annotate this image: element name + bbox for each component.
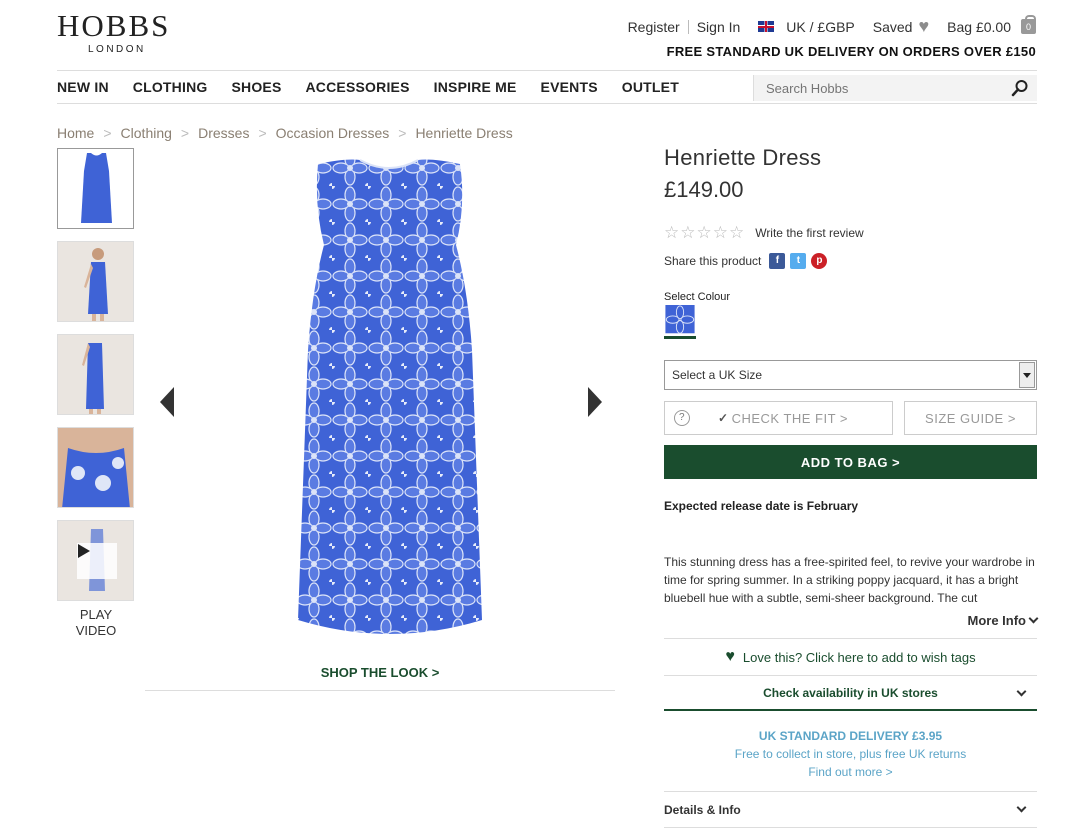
share-row: Share this product f t p: [664, 253, 1037, 269]
bag-label: Bag £0.00: [947, 18, 1011, 35]
register-link[interactable]: Register: [628, 19, 680, 35]
currency-selector[interactable]: UK / £GBP: [786, 19, 854, 35]
thumbnail-front[interactable]: [57, 148, 134, 229]
star-rating-icon: ☆☆☆☆☆: [664, 223, 746, 242]
size-dropdown[interactable]: Select a UK Size: [664, 360, 1037, 390]
rating-row: ☆☆☆☆☆ Write the first review: [664, 223, 1037, 243]
previous-image-arrow-icon[interactable]: [160, 387, 174, 417]
play-label-line-1: PLAY: [79, 607, 113, 622]
saved-label: Saved: [872, 18, 913, 35]
thumbnail-model-back[interactable]: [57, 334, 134, 415]
fit-check-icon: ✓: [718, 411, 729, 425]
check-availability-toggle[interactable]: Check availability in UK stores: [664, 676, 1037, 711]
check-the-fit-button[interactable]: ? ✓ CHECK THE FIT >: [664, 401, 893, 435]
details-info-toggle[interactable]: Details & Info: [664, 791, 1037, 828]
sign-in-link[interactable]: Sign In: [697, 19, 741, 35]
breadcrumb-current[interactable]: Henriette Dress: [415, 125, 512, 141]
main-nav: NEW IN CLOTHING SHOES ACCESSORIES INSPIR…: [57, 70, 1037, 104]
nav-item-inspire-me[interactable]: INSPIRE ME: [434, 79, 517, 95]
breadcrumb-separator: >: [258, 125, 267, 141]
breadcrumb-home[interactable]: Home: [57, 125, 94, 141]
product-main-image[interactable]: [260, 150, 520, 650]
nav-item-shoes[interactable]: SHOES: [231, 79, 281, 95]
question-icon: ?: [674, 410, 690, 426]
breadcrumb-separator: >: [398, 125, 407, 141]
check-fit-label: CHECK THE FIT >: [731, 410, 849, 426]
product-title: Henriette Dress: [664, 145, 822, 170]
bag-link[interactable]: Bag £0.00 0: [947, 15, 1036, 35]
colour-swatch-blue[interactable]: [664, 305, 696, 339]
play-icon[interactable]: [77, 543, 117, 579]
heart-icon: ♥: [918, 16, 930, 36]
write-review-link[interactable]: Write the first review: [755, 226, 863, 240]
release-date-text: Expected release date is February: [664, 499, 859, 513]
breadcrumb-dresses[interactable]: Dresses: [198, 125, 249, 141]
hobbs-logo[interactable]: HOBBS LONDON: [57, 8, 171, 56]
pinterest-icon[interactable]: p: [811, 253, 828, 269]
dropdown-arrow-icon[interactable]: [1019, 362, 1035, 388]
select-colour-label: Select Colour: [664, 291, 731, 303]
thumbnail-strip: PLAY VIDEO: [57, 148, 135, 639]
share-label: Share this product: [664, 254, 762, 268]
nav-item-new-in[interactable]: NEW IN: [57, 79, 109, 95]
breadcrumb-occasion-dresses[interactable]: Occasion Dresses: [276, 125, 390, 141]
util-divider: [687, 19, 689, 34]
find-out-more-link[interactable]: Find out more >: [808, 765, 892, 779]
add-to-bag-button[interactable]: ADD TO BAG >: [664, 445, 1037, 479]
product-price: £149.00: [664, 177, 744, 202]
more-info-toggle[interactable]: More Info: [664, 613, 1039, 628]
play-video-label[interactable]: PLAY VIDEO: [57, 607, 135, 639]
more-info-label: More Info: [967, 613, 1027, 628]
availability-label: Check availability in UK stores: [763, 685, 938, 700]
twitter-icon[interactable]: t: [790, 253, 807, 269]
size-dropdown-value: Select a UK Size: [672, 368, 763, 382]
shop-the-look-link[interactable]: SHOP THE LOOK >: [145, 665, 615, 680]
search-box: [753, 75, 1037, 101]
breadcrumb-separator: >: [103, 125, 112, 141]
breadcrumb-separator: >: [180, 125, 190, 141]
thumbnail-detail[interactable]: [57, 427, 134, 508]
size-guide-button[interactable]: SIZE GUIDE >: [904, 401, 1037, 435]
chevron-down-icon: [1028, 613, 1039, 624]
wish-label: Love this? Click here to add to wish tag…: [742, 649, 976, 665]
next-image-arrow-icon[interactable]: [588, 387, 602, 417]
uk-flag-icon: [758, 21, 775, 32]
heart-icon: ♥: [725, 648, 735, 665]
breadcrumb-clothing[interactable]: Clothing: [121, 125, 172, 141]
play-label-line-2: VIDEO: [75, 623, 117, 638]
wish-tags-link[interactable]: ♥ Love this? Click here to add to wish t…: [664, 638, 1037, 676]
saved-link[interactable]: Saved ♥: [873, 16, 929, 37]
shopping-bag-icon: 0: [1021, 15, 1036, 34]
nav-item-events[interactable]: EVENTS: [541, 79, 598, 95]
nav-item-outlet[interactable]: OUTLET: [622, 79, 679, 95]
details-label: Details & Info: [664, 802, 741, 817]
breadcrumb: Home > Clothing > Dresses > Occasion Dre…: [57, 125, 513, 141]
nav-item-clothing[interactable]: CLOTHING: [133, 79, 208, 95]
logo-subtitle: LONDON: [88, 44, 146, 55]
chevron-down-icon: [1016, 686, 1027, 697]
nav-item-accessories[interactable]: ACCESSORIES: [306, 79, 410, 95]
standard-delivery-text: UK STANDARD DELIVERY £3.95: [758, 729, 943, 743]
facebook-icon[interactable]: f: [769, 253, 786, 269]
collect-in-store-text: Free to collect in store, plus free UK r…: [734, 747, 967, 761]
thumbnail-video[interactable]: [57, 520, 134, 601]
thumbnail-model-side[interactable]: [57, 241, 134, 322]
chevron-down-icon: [1016, 802, 1027, 813]
search-input[interactable]: [766, 80, 1006, 96]
delivery-info: UK STANDARD DELIVERY £3.95 Free to colle…: [664, 727, 1037, 781]
free-delivery-banner: FREE STANDARD UK DELIVERY ON ORDERS OVER…: [666, 44, 1036, 59]
product-info-panel: Henriette Dress £149.00 ☆☆☆☆☆ Write the …: [664, 145, 1039, 628]
search-icon[interactable]: [1011, 79, 1029, 97]
divider: [145, 690, 615, 691]
fit-row: ? ✓ CHECK THE FIT > SIZE GUIDE >: [664, 401, 1037, 435]
product-description: This stunning dress has a free-spirited …: [664, 555, 1035, 605]
logo-wordmark: HOBBS: [57, 8, 171, 43]
utility-bar: Register Sign In UK / £GBP Saved ♥ Bag £…: [628, 15, 1036, 37]
